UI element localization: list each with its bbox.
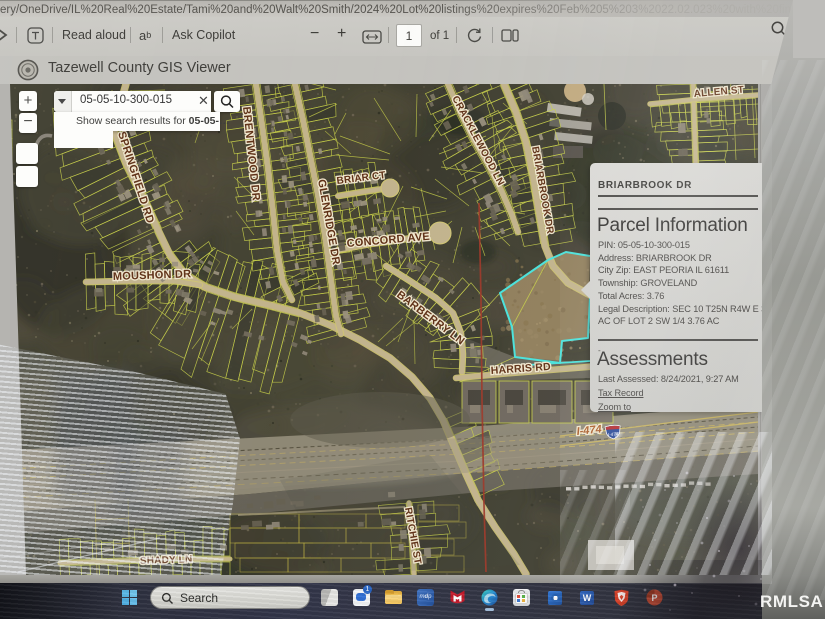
svg-text:P: P xyxy=(651,593,657,603)
svg-text:SHADY LN: SHADY LN xyxy=(140,554,193,567)
svg-text:I-474: I-474 xyxy=(608,431,619,437)
